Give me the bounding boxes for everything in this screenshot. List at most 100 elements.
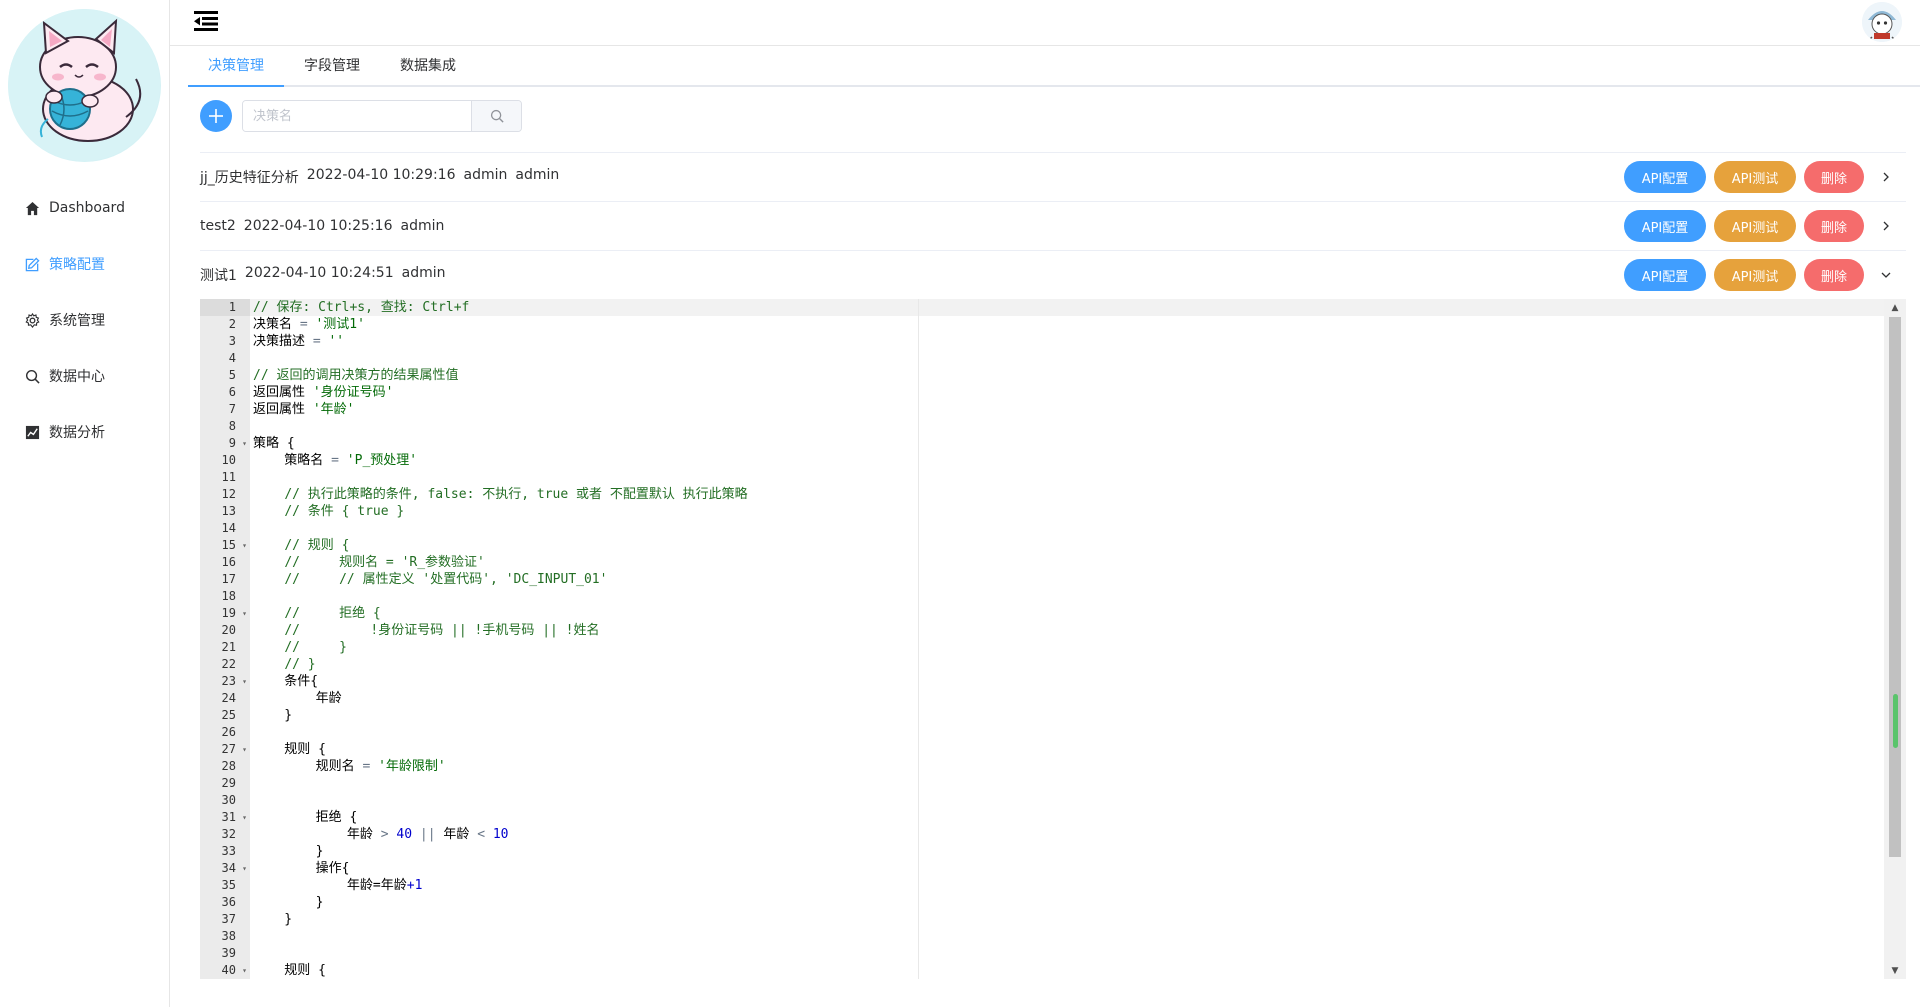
code-line[interactable]: // 执行此策略的条件, false: 不执行, true 或者 不配置默认 执… [250, 486, 1884, 503]
code-line[interactable]: // !身份证号码 || !手机号码 || !姓名 [250, 622, 1884, 639]
code-line[interactable] [250, 418, 1884, 435]
code-line[interactable] [250, 775, 1884, 792]
line-number: 19 ▾ [221, 605, 247, 622]
code-line[interactable]: 决策名 = '测试1' [250, 316, 1884, 333]
code-line[interactable]: // } [250, 656, 1884, 673]
api-test-button[interactable]: API测试 [1714, 210, 1796, 242]
code-line[interactable]: 返回属性 '身份证号码' [250, 384, 1884, 401]
tab-decision-management[interactable]: 决策管理 [188, 50, 284, 87]
sidebar-item-strategy-config[interactable]: 策略配置 [0, 236, 169, 292]
decision-row[interactable]: test2 2022-04-10 10:25:16 admin API配置 AP… [200, 201, 1906, 250]
menu-collapse-icon[interactable] [194, 10, 218, 32]
scrollbar-thumb[interactable] [1889, 317, 1901, 857]
code-line[interactable]: 操作{ [250, 860, 1884, 877]
code-line[interactable]: // 保存: Ctrl+s, 查找: Ctrl+f [250, 299, 1884, 316]
tab-bar: 决策管理 字段管理 数据集成 [188, 50, 1920, 87]
code-line[interactable] [250, 928, 1884, 945]
add-decision-button[interactable] [200, 100, 232, 132]
sidebar-item-data-center[interactable]: 数据中心 [0, 348, 169, 404]
code-line[interactable]: 拒绝 { [250, 809, 1884, 826]
fold-toggle-icon[interactable]: ▾ [242, 809, 247, 826]
code-line[interactable]: // 返回的调用决策方的结果属性值 [250, 367, 1884, 384]
delete-button[interactable]: 删除 [1804, 210, 1864, 242]
code-line[interactable] [250, 520, 1884, 537]
tab-field-management[interactable]: 字段管理 [284, 50, 380, 87]
code-line[interactable]: 规则名 = '年龄限制' [250, 758, 1884, 775]
code-line[interactable]: } [250, 911, 1884, 928]
code-line[interactable]: } [250, 894, 1884, 911]
fold-toggle-icon[interactable]: ▾ [242, 741, 247, 758]
app-root: Dashboard 策略配置 系统管理 数据中心 数据分析 决策管理 字段管理 … [0, 0, 1920, 1007]
editor-vertical-scrollbar[interactable]: ▲ ▼ [1884, 299, 1906, 979]
code-line[interactable]: 返回属性 '年龄' [250, 401, 1884, 418]
code-line[interactable] [250, 469, 1884, 486]
code-line[interactable] [250, 588, 1884, 605]
edit-icon [24, 256, 40, 272]
delete-button[interactable]: 删除 [1804, 161, 1864, 193]
line-number: 5 [228, 368, 236, 382]
code-line[interactable]: // 条件 { true } [250, 503, 1884, 520]
tab-data-integration[interactable]: 数据集成 [380, 50, 476, 87]
code-line[interactable]: } [250, 707, 1884, 724]
code-content[interactable]: // 保存: Ctrl+s, 查找: Ctrl+f 决策名 = '测试1' 决策描述… [250, 299, 1884, 979]
decision-name: 测试1 [200, 268, 237, 284]
sidebar-item-data-analysis[interactable]: 数据分析 [0, 404, 169, 460]
api-config-button[interactable]: API配置 [1624, 210, 1706, 242]
decision-row[interactable]: jj_历史特征分析 2022-04-10 10:29:16 admin admi… [200, 152, 1906, 201]
decision-time: 2022-04-10 10:24:51 [244, 265, 394, 281]
decision-row[interactable]: 测试1 2022-04-10 10:24:51 admin API配置 API测… [200, 250, 1906, 299]
user-avatar[interactable] [1862, 2, 1902, 42]
sidebar-item-label: 系统管理 [49, 313, 105, 329]
code-line[interactable]: 规则 { [250, 962, 1884, 979]
search-button[interactable] [471, 101, 521, 131]
line-number: 17 [221, 572, 236, 586]
chevron-down-icon[interactable] [1876, 265, 1896, 285]
code-editor[interactable]: 1 2 3 4 5 6 7 8 9 ▾ 10 11 12 13 14 15 ▾ 16 17 18 19 ▾ 20 21 22 23… [200, 299, 1906, 979]
fold-toggle-icon[interactable]: ▾ [242, 673, 247, 690]
code-line[interactable]: 策略名 = 'P_预处理' [250, 452, 1884, 469]
code-line[interactable]: // // 属性定义 '处置代码', 'DC_INPUT_01' [250, 571, 1884, 588]
api-test-button[interactable]: API测试 [1714, 259, 1796, 291]
code-line[interactable]: 年龄 > 40 || 年龄 < 10 [250, 826, 1884, 843]
line-number: 23 ▾ [221, 673, 247, 690]
code-line[interactable]: 条件{ [250, 673, 1884, 690]
fold-toggle-icon[interactable]: ▾ [242, 537, 247, 554]
sidebar-item-label: Dashboard [49, 200, 125, 216]
sidebar-item-dashboard[interactable]: Dashboard [0, 180, 169, 236]
scroll-up-arrow-icon[interactable]: ▲ [1884, 299, 1906, 316]
fold-toggle-icon[interactable]: ▾ [242, 962, 247, 979]
code-line[interactable] [250, 792, 1884, 809]
chevron-right-icon[interactable] [1876, 216, 1896, 236]
api-config-button[interactable]: API配置 [1624, 259, 1706, 291]
decision-name-search-input[interactable] [243, 101, 471, 131]
line-number: 10 [221, 453, 236, 467]
scrollbar-grip[interactable] [1893, 694, 1898, 748]
sidebar-item-system-management[interactable]: 系统管理 [0, 292, 169, 348]
code-line[interactable] [250, 945, 1884, 962]
code-line[interactable]: 年龄=年龄+1 [250, 877, 1884, 894]
line-number: 15 ▾ [221, 537, 247, 554]
code-line[interactable]: // } [250, 639, 1884, 656]
code-line[interactable]: // 拒绝 { [250, 605, 1884, 622]
fold-toggle-icon[interactable]: ▾ [242, 860, 247, 877]
code-line[interactable]: 年龄 [250, 690, 1884, 707]
code-line[interactable] [250, 350, 1884, 367]
code-line[interactable]: 决策描述 = '' [250, 333, 1884, 350]
api-config-button[interactable]: API配置 [1624, 161, 1706, 193]
code-line[interactable]: 策略 { [250, 435, 1884, 452]
code-line[interactable]: } [250, 843, 1884, 860]
fold-toggle-icon[interactable]: ▾ [242, 605, 247, 622]
fold-toggle-icon[interactable]: ▾ [242, 435, 247, 452]
decision-summary: 测试1 2022-04-10 10:24:51 admin [200, 265, 446, 285]
api-test-button[interactable]: API测试 [1714, 161, 1796, 193]
code-line[interactable]: // 规则 { [250, 537, 1884, 554]
code-line[interactable] [250, 724, 1884, 741]
chevron-right-icon[interactable] [1876, 167, 1896, 187]
decision-creator: admin [463, 167, 508, 183]
sidebar-item-label: 策略配置 [49, 257, 105, 273]
line-number: 34 ▾ [221, 860, 247, 877]
delete-button[interactable]: 删除 [1804, 259, 1864, 291]
code-line[interactable]: // 规则名 = 'R_参数验证' [250, 554, 1884, 571]
code-line[interactable]: 规则 { [250, 741, 1884, 758]
scroll-down-arrow-icon[interactable]: ▼ [1884, 962, 1906, 979]
